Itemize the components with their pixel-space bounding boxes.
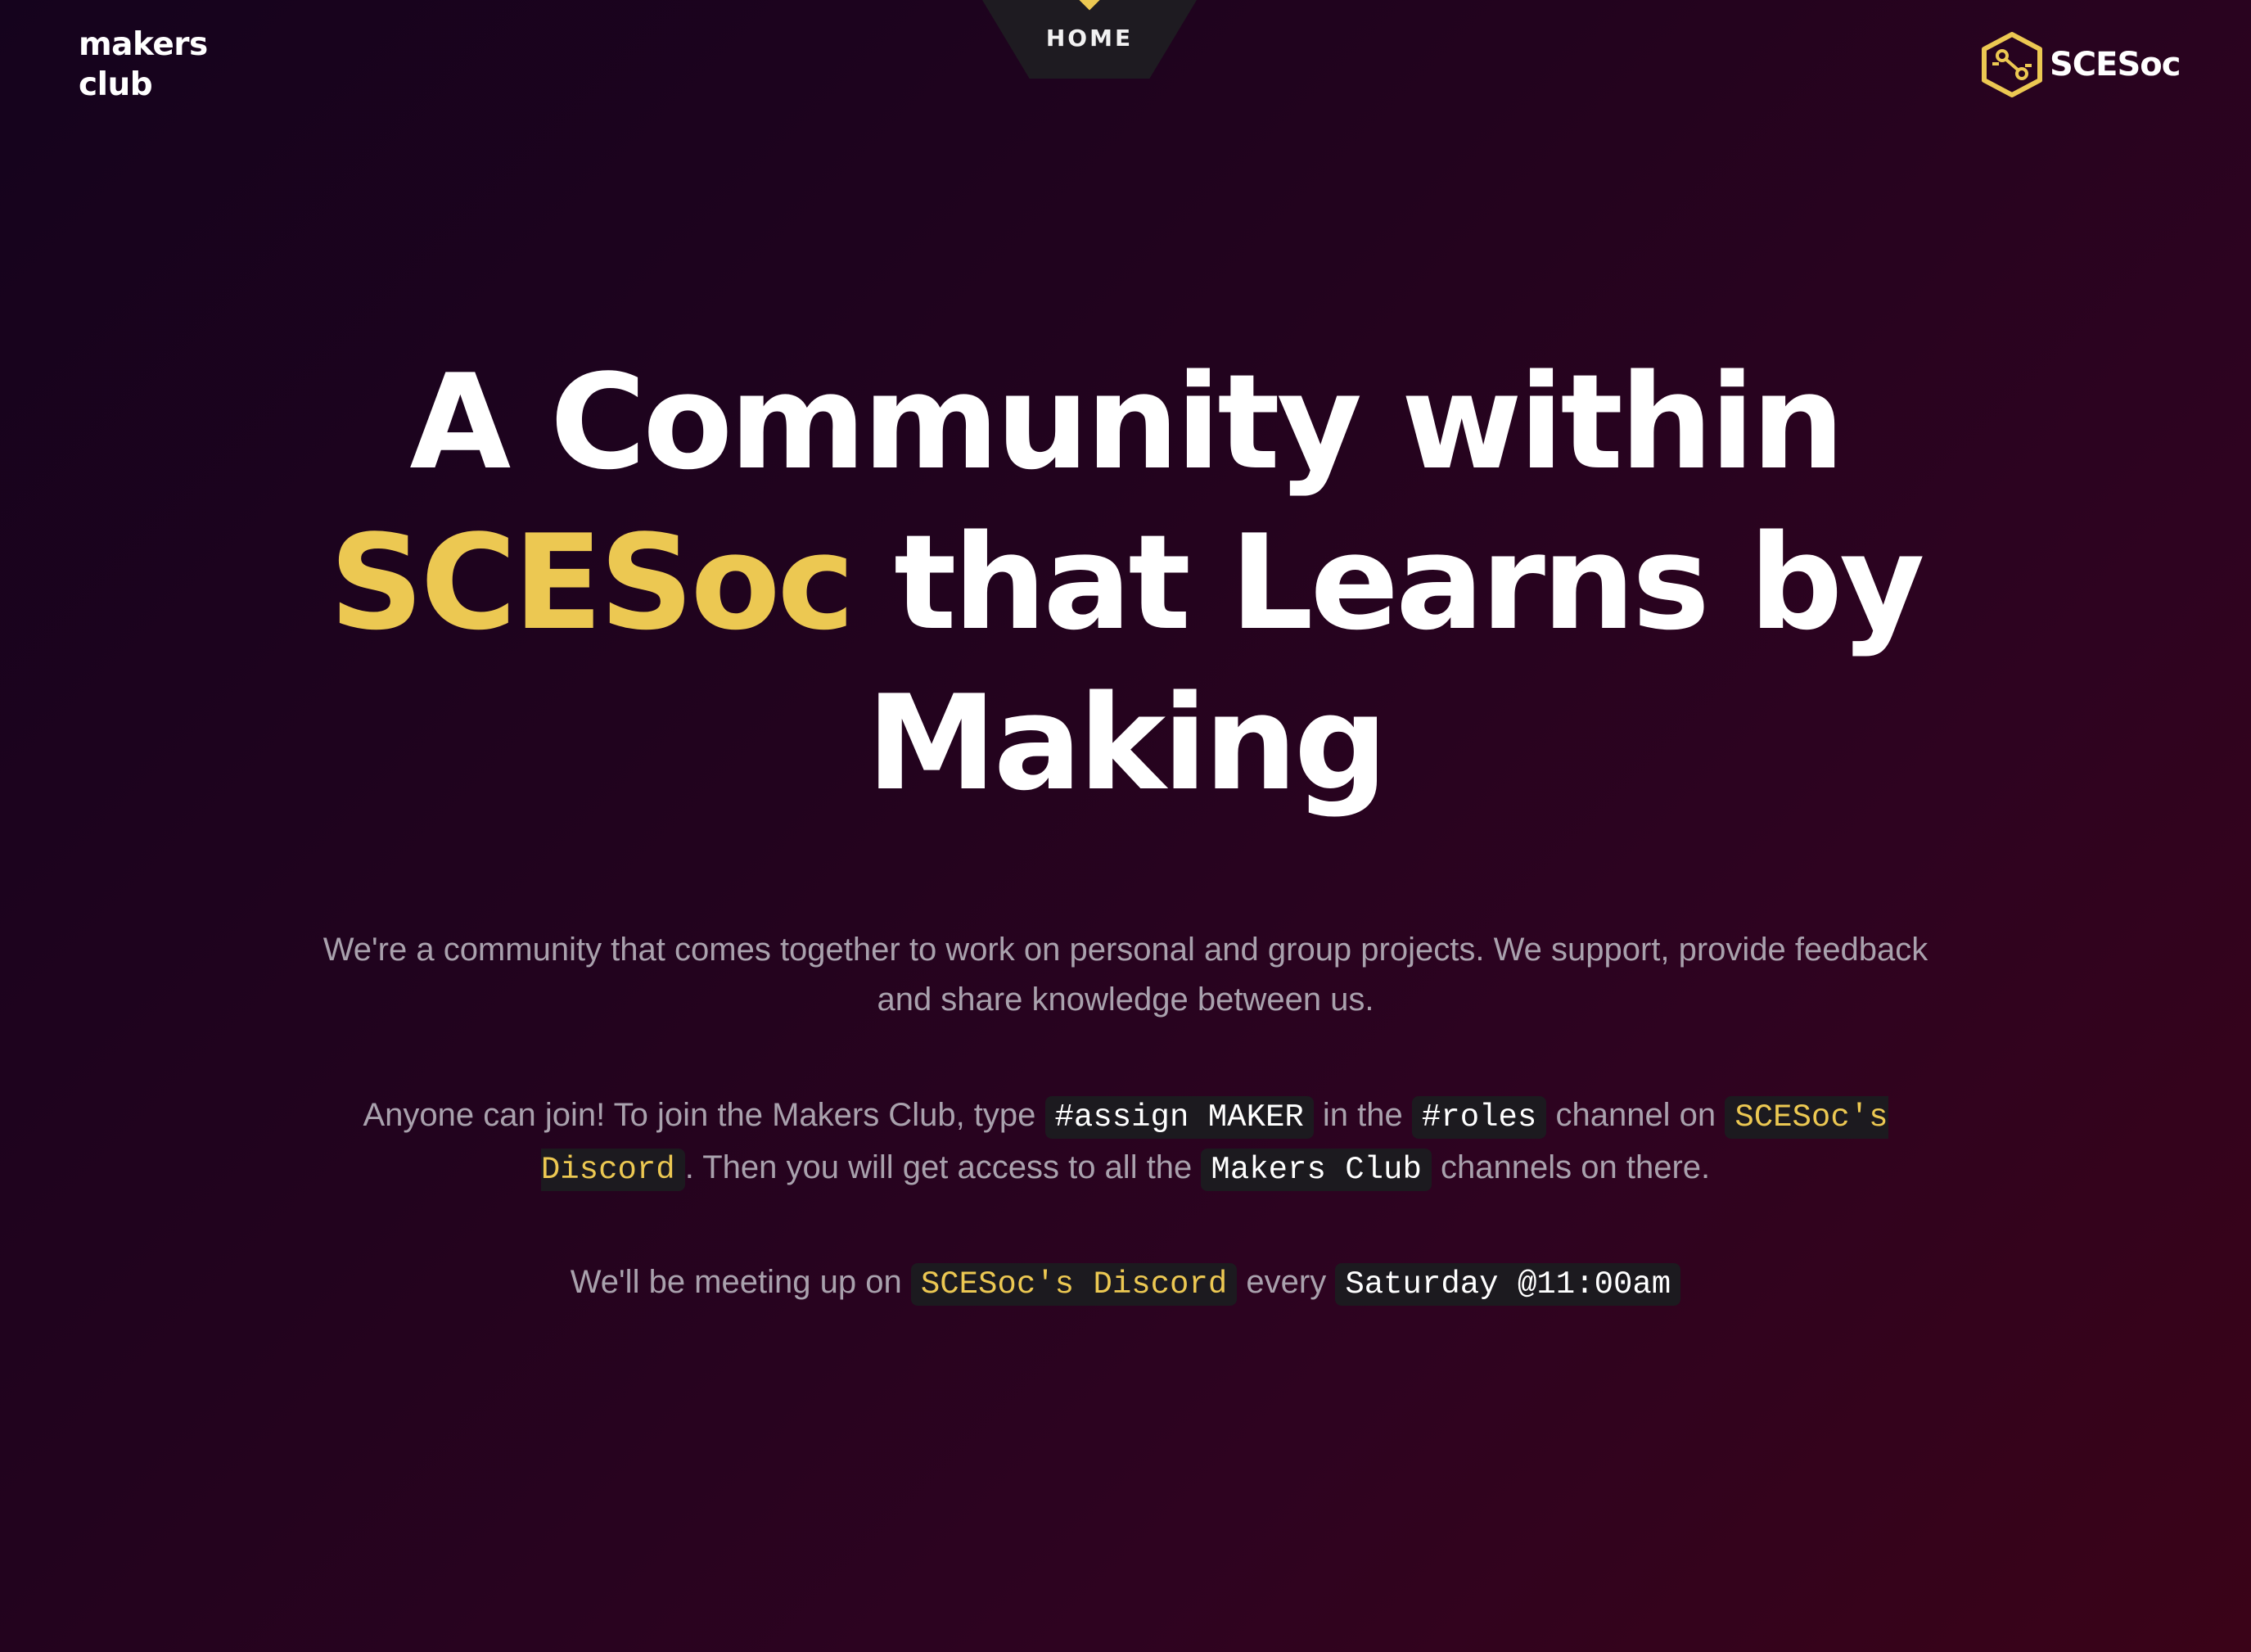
scesoc-logo-text: SCESoc bbox=[2050, 46, 2181, 84]
meetup-text-2: every bbox=[1246, 1264, 1327, 1300]
hero-section: A Community within SCESoc that Learns by… bbox=[0, 342, 2251, 824]
hero-heading-part-1: A Community within bbox=[409, 345, 1844, 499]
meetup-paragraph: We'll be meeting up on SCESoc's Discord … bbox=[307, 1257, 1944, 1310]
meetup-time-code: Saturday @11:00am bbox=[1335, 1263, 1681, 1306]
intro-paragraph: We're a community that comes together to… bbox=[323, 932, 1928, 1018]
makers-club-channels-code: Makers Club bbox=[1201, 1149, 1432, 1191]
brand-line-2: club bbox=[79, 66, 153, 103]
scesoc-logo-link[interactable]: SCESoc bbox=[1981, 31, 2181, 98]
hero-heading-part-2: that Learns by Making bbox=[866, 506, 1925, 819]
join-text-3: channel on bbox=[1555, 1097, 1716, 1133]
nav-tab-home[interactable]: HOME bbox=[982, 0, 1197, 79]
join-text-5: channels on there. bbox=[1441, 1149, 1711, 1185]
hexagon-circuit-icon bbox=[1982, 32, 2042, 97]
makers-club-logo[interactable]: makers club bbox=[79, 25, 208, 105]
meetup-text-1: We'll be meeting up on bbox=[570, 1264, 902, 1300]
nav-tab-home-label: HOME bbox=[1045, 25, 1134, 52]
assign-maker-command: #assign MAKER bbox=[1044, 1096, 1314, 1139]
join-paragraph: Anyone can join! To join the Makers Club… bbox=[307, 1090, 1944, 1195]
join-text-1: Anyone can join! To join the Makers Club… bbox=[363, 1097, 1036, 1133]
meetup-discord-link[interactable]: SCESoc's Discord bbox=[910, 1263, 1238, 1306]
join-text-4: . Then you will get access to all the bbox=[684, 1149, 1193, 1185]
roles-channel-code: #roles bbox=[1411, 1096, 1547, 1139]
hero-heading: A Community within SCESoc that Learns by… bbox=[307, 342, 1944, 824]
hero-heading-accent: SCESoc bbox=[329, 506, 855, 659]
diamond-marker-icon bbox=[1076, 0, 1103, 11]
brand-line-1: makers bbox=[79, 26, 208, 63]
join-text-2: in the bbox=[1322, 1097, 1403, 1133]
